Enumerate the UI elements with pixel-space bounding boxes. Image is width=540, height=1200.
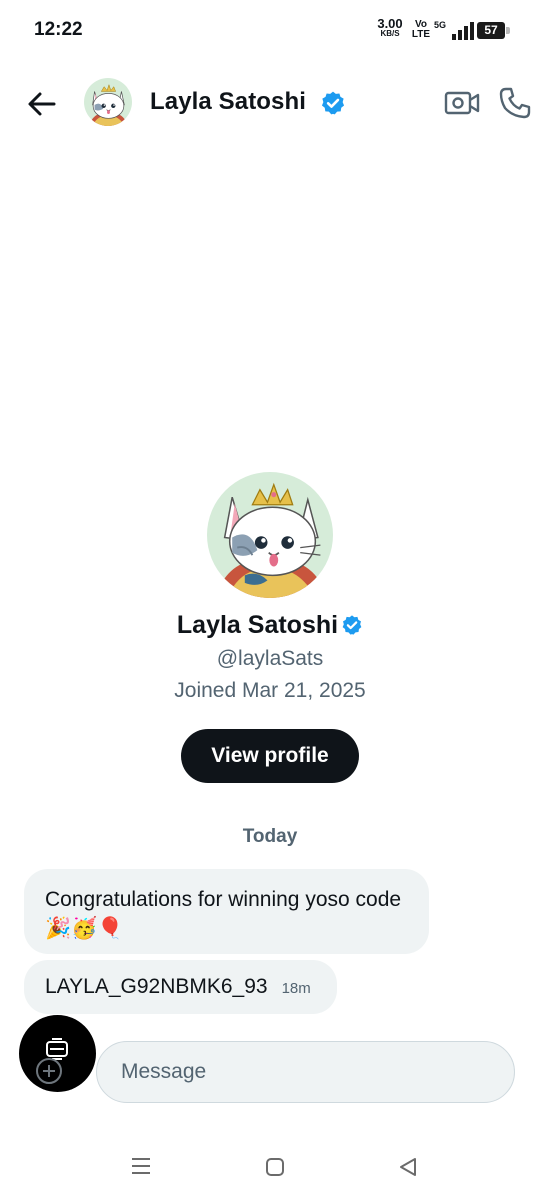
cat-avatar-icon <box>84 78 132 126</box>
day-separator: Today <box>242 826 298 847</box>
compose-plus-icon <box>36 1038 68 1084</box>
profile-name-row: Layla Satoshi <box>0 610 540 640</box>
video-call-icon[interactable] <box>444 88 480 118</box>
back-arrow-icon[interactable] <box>26 88 58 120</box>
floating-compose-button[interactable] <box>19 1015 96 1092</box>
profile-handle: @laylaSats <box>216 647 324 670</box>
verified-badge-icon <box>342 615 362 636</box>
status-time: 12:22 <box>34 19 83 40</box>
network-speed-value: 3.00 <box>377 16 403 31</box>
profile-name: Layla Satoshi <box>176 610 339 639</box>
view-profile-button[interactable]: View profile <box>181 729 359 783</box>
cat-avatar-icon <box>207 472 333 598</box>
battery-icon: 57 <box>477 22 511 39</box>
network-speed: 3.00 KB/S <box>372 16 408 39</box>
message-text: Congratulations for winning yoso code 🎉🥳… <box>45 888 402 940</box>
battery-level: 57 <box>477 22 505 39</box>
volte-indicator: Vo LTE <box>410 20 432 40</box>
phone-call-icon[interactable] <box>498 86 532 120</box>
header-contact-name[interactable]: Layla Satoshi <box>150 88 306 116</box>
header-avatar[interactable] <box>84 78 132 126</box>
message-input[interactable] <box>96 1041 515 1103</box>
recent-apps-icon[interactable] <box>130 1156 152 1176</box>
home-icon[interactable] <box>265 1157 285 1177</box>
profile-joined-date: Joined Mar 21, 2025 <box>174 679 366 702</box>
signal-icon <box>452 22 474 40</box>
profile-avatar[interactable] <box>207 472 333 598</box>
message-text: LAYLA_G92NBMK6_93 <box>45 975 268 998</box>
message-bubble[interactable]: Congratulations for winning yoso code 🎉🥳… <box>24 869 429 954</box>
message-bubble[interactable]: LAYLA_G92NBMK6_93 18m <box>24 960 337 1014</box>
verified-badge-icon <box>321 91 345 115</box>
message-time: 18m <box>281 980 311 997</box>
nav-back-icon[interactable] <box>397 1156 419 1178</box>
volte-bottom: LTE <box>411 29 431 40</box>
